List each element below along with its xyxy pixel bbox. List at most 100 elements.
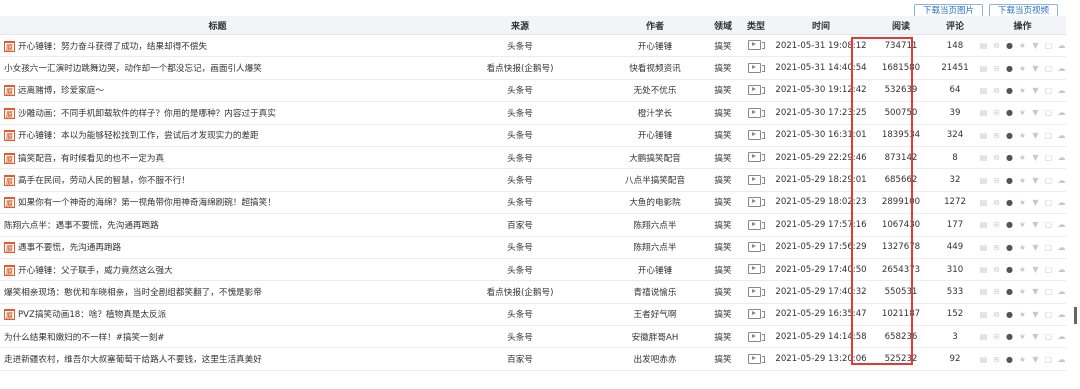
link-icon[interactable]: ⊝ — [992, 153, 1001, 162]
link-icon[interactable]: ⊝ — [992, 41, 1001, 50]
link-icon[interactable]: ⊝ — [992, 243, 1001, 252]
share-icon[interactable]: ▢ — [1044, 41, 1053, 50]
doc-icon[interactable]: ▤ — [979, 265, 988, 274]
star-icon[interactable]: ★ — [1018, 198, 1027, 207]
link-icon[interactable]: ⊝ — [992, 86, 1001, 95]
thumbs-down-icon[interactable]: ▼ — [1031, 108, 1040, 117]
thumbs-down-icon[interactable]: ▼ — [1031, 41, 1040, 50]
row-title-cell[interactable]: 走进新疆农村，维吾尔大叔塞葡萄干给路人不要钱，这里生活真美好 — [0, 347, 435, 371]
share-icon[interactable]: ▢ — [1044, 153, 1053, 162]
row-title-cell[interactable]: 陈翔六点半：遇事不要慌，先沟通再跑路 — [0, 213, 435, 237]
play-circle-icon[interactable]: ● — [1005, 220, 1014, 229]
star-icon[interactable]: ★ — [1018, 86, 1027, 95]
row-title-cell[interactable]: 原开心锤锤：本以为能够轻松找到工作，尝试后才发现实力的差距 — [0, 124, 435, 147]
row-title-cell[interactable]: 原开心锤锤：父子联手，威力竟然这么强大 — [0, 258, 435, 282]
link-icon[interactable]: ⊝ — [992, 355, 1001, 364]
row-title[interactable]: 搞笑配音，有时候看见的也不一定为真 — [18, 154, 164, 164]
row-title[interactable]: 陈翔六点半：遇事不要慌，先沟通再跑路 — [4, 221, 159, 231]
star-icon[interactable]: ★ — [1018, 287, 1027, 296]
row-title[interactable]: PVZ搞笑动画18：啥？植物真是太反派 — [18, 310, 166, 320]
star-icon[interactable]: ★ — [1018, 131, 1027, 140]
doc-icon[interactable]: ▤ — [979, 131, 988, 140]
row-title[interactable]: 小女孩六一汇演时边跳舞边哭，动作却一个都没忘记，画面引人爆笑 — [4, 64, 262, 74]
row-title-cell[interactable]: 爆笑相亲现场：憨优和车晓相亲，当时全剧组都笑翻了，不愧是影帝 — [0, 280, 435, 304]
row-title-cell[interactable]: 原搞笑配音，有时候看见的也不一定为真 — [0, 146, 435, 170]
row-title[interactable]: 为什么结果和嫩妇的不一样！#搞笑一刻# — [4, 333, 165, 343]
doc-icon[interactable]: ▤ — [979, 198, 988, 207]
link-icon[interactable]: ⊝ — [992, 220, 1001, 229]
share-icon[interactable]: ▢ — [1044, 220, 1053, 229]
thumbs-down-icon[interactable]: ▼ — [1031, 131, 1040, 140]
cloud-download-icon[interactable]: ☁ — [1057, 198, 1066, 207]
share-icon[interactable]: ▢ — [1044, 243, 1053, 252]
play-circle-icon[interactable]: ● — [1005, 86, 1014, 95]
doc-icon[interactable]: ▤ — [979, 355, 988, 364]
doc-icon[interactable]: ▤ — [979, 332, 988, 341]
row-title-cell[interactable]: 原开心锤锤：努力奋斗获得了成功，结果却得不偿失 — [0, 34, 435, 58]
share-icon[interactable]: ▢ — [1044, 198, 1053, 207]
link-icon[interactable]: ⊝ — [992, 176, 1001, 185]
row-title-cell[interactable]: 原遇事不要慌，先沟通再跑路 — [0, 236, 435, 259]
play-circle-icon[interactable]: ● — [1005, 265, 1014, 274]
row-title-cell[interactable]: 原 PVZ搞笑动画18：啥？植物真是太反派 — [0, 303, 435, 327]
share-icon[interactable]: ▢ — [1044, 86, 1053, 95]
link-icon[interactable]: ⊝ — [992, 64, 1001, 73]
row-title-cell[interactable]: 小女孩六一汇演时边跳舞边哭，动作却一个都没忘记，画面引人爆笑 — [0, 56, 435, 80]
play-circle-icon[interactable]: ● — [1005, 108, 1014, 117]
thumbs-down-icon[interactable]: ▼ — [1031, 176, 1040, 185]
play-circle-icon[interactable]: ● — [1005, 355, 1014, 364]
play-circle-icon[interactable]: ● — [1005, 310, 1014, 319]
thumbs-down-icon[interactable]: ▼ — [1031, 86, 1040, 95]
doc-icon[interactable]: ▤ — [979, 41, 988, 50]
star-icon[interactable]: ★ — [1018, 176, 1027, 185]
play-circle-icon[interactable]: ● — [1005, 176, 1014, 185]
doc-icon[interactable]: ▤ — [979, 243, 988, 252]
cloud-download-icon[interactable]: ☁ — [1057, 108, 1066, 117]
cloud-download-icon[interactable]: ☁ — [1057, 287, 1066, 296]
thumbs-down-icon[interactable]: ▼ — [1031, 153, 1040, 162]
share-icon[interactable]: ▢ — [1044, 332, 1053, 341]
star-icon[interactable]: ★ — [1018, 220, 1027, 229]
play-circle-icon[interactable]: ● — [1005, 332, 1014, 341]
cloud-download-icon[interactable]: ☁ — [1057, 131, 1066, 140]
star-icon[interactable]: ★ — [1018, 41, 1027, 50]
thumbs-down-icon[interactable]: ▼ — [1031, 287, 1040, 296]
share-icon[interactable]: ▢ — [1044, 355, 1053, 364]
star-icon[interactable]: ★ — [1018, 243, 1027, 252]
row-title-cell[interactable]: 原远离赌博，珍爱家庭～ — [0, 79, 435, 103]
row-title-cell[interactable]: 原沙雕动画：不同手机卸载软件的样子？你用的是哪种？内容过于真实 — [0, 101, 435, 125]
play-circle-icon[interactable]: ● — [1005, 198, 1014, 207]
link-icon[interactable]: ⊝ — [992, 287, 1001, 296]
share-icon[interactable]: ▢ — [1044, 310, 1053, 319]
doc-icon[interactable]: ▤ — [979, 64, 988, 73]
cloud-download-icon[interactable]: ☁ — [1057, 265, 1066, 274]
cloud-download-icon[interactable]: ☁ — [1057, 355, 1066, 364]
share-icon[interactable]: ▢ — [1044, 176, 1053, 185]
row-title[interactable]: 高手在民间，劳动人民的智慧，你不服不行！ — [18, 176, 190, 186]
cloud-download-icon[interactable]: ☁ — [1057, 64, 1066, 73]
star-icon[interactable]: ★ — [1018, 153, 1027, 162]
cloud-download-icon[interactable]: ☁ — [1057, 86, 1066, 95]
cloud-download-icon[interactable]: ☁ — [1057, 153, 1066, 162]
play-circle-icon[interactable]: ● — [1005, 131, 1014, 140]
link-icon[interactable]: ⊝ — [992, 310, 1001, 319]
doc-icon[interactable]: ▤ — [979, 176, 988, 185]
scrollbar-thumb[interactable] — [1074, 307, 1077, 324]
doc-icon[interactable]: ▤ — [979, 108, 988, 117]
doc-icon[interactable]: ▤ — [979, 310, 988, 319]
cloud-download-icon[interactable]: ☁ — [1057, 176, 1066, 185]
doc-icon[interactable]: ▤ — [979, 220, 988, 229]
link-icon[interactable]: ⊝ — [992, 108, 1001, 117]
doc-icon[interactable]: ▤ — [979, 86, 988, 95]
share-icon[interactable]: ▢ — [1044, 131, 1053, 140]
row-title[interactable]: 如果你有一个神奇的海绵？第一视角带你用神奇海绵刷碗！超搞笑！ — [18, 198, 276, 208]
link-icon[interactable]: ⊝ — [992, 131, 1001, 140]
share-icon[interactable]: ▢ — [1044, 108, 1053, 117]
thumbs-down-icon[interactable]: ▼ — [1031, 332, 1040, 341]
row-title[interactable]: 沙雕动画：不同手机卸载软件的样子？你用的是哪种？内容过于真实 — [18, 109, 276, 119]
play-circle-icon[interactable]: ● — [1005, 41, 1014, 50]
share-icon[interactable]: ▢ — [1044, 287, 1053, 296]
play-circle-icon[interactable]: ● — [1005, 64, 1014, 73]
thumbs-down-icon[interactable]: ▼ — [1031, 243, 1040, 252]
row-title[interactable]: 爆笑相亲现场：憨优和车晓相亲，当时全剧组都笑翻了，不愧是影帝 — [4, 288, 262, 298]
